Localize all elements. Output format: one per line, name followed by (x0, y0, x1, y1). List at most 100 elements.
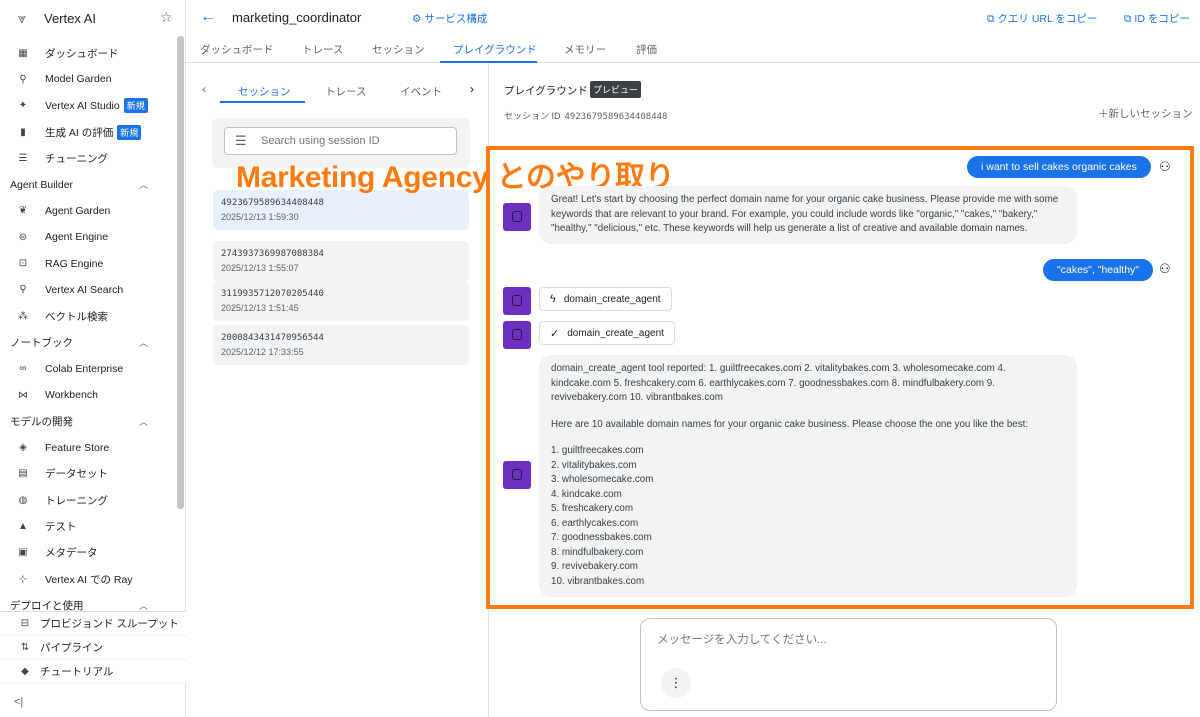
sidebar-item-workbench[interactable]: ⋈ Workbench (0, 382, 176, 408)
sidebar-item-tune[interactable]: ☰ チューニング (0, 145, 176, 171)
flask-icon: ▲ (18, 520, 28, 532)
sidebar-item-vector-search[interactable]: ⁂ ベクトル検索 (0, 303, 176, 329)
active-subtab-indicator (220, 101, 305, 103)
tab-playground[interactable]: プレイグラウンド (453, 42, 537, 57)
subtab-events[interactable]: イベント (400, 84, 442, 99)
training-icon: ◍ (18, 494, 28, 506)
sidebar-item-ai[interactable]: ▮ 生成 AI の評価 新規 (0, 119, 176, 145)
session-list-item[interactable]: 3119935712070205440 2025/12/13 1:51:45 (213, 281, 469, 321)
chevron-right-icon[interactable]: › (470, 82, 474, 96)
copy-icon: ⧉ (987, 13, 998, 25)
sidebar-item-label: Vertex AI Studio (45, 99, 120, 112)
session-search-input[interactable] (261, 132, 451, 150)
sidebar-item-agent-engine[interactable]: ⊜ Agent Engine (0, 224, 176, 250)
sidebar-item-vertex-ai-ray[interactable]: ⊹ Vertex AI での Ray (0, 566, 176, 592)
sidebar-section-model-dev[interactable]: モデルの開発 ︿ (0, 408, 176, 434)
sidebar-item-metadata[interactable]: ▣ メタデータ (0, 540, 176, 566)
colab-icon: ∞ (19, 363, 27, 375)
sidebar-item-pipeline[interactable]: ⇅ パイプライン (0, 636, 186, 660)
sidebar-section-label: ノートブック (10, 336, 73, 349)
session-id: 2000843431470956544 (221, 333, 324, 343)
session-pane-tabs: ‹ セッション トレース イベント › (186, 63, 489, 103)
message-input[interactable] (657, 631, 1037, 653)
chevron-up-icon[interactable]: ︿ (139, 178, 148, 191)
session-id: 4923679589634408448 (221, 198, 324, 208)
session-list-item[interactable]: 2743937369987088384 2025/12/13 1:55:07 (213, 241, 469, 281)
sidebar-item-tutorial[interactable]: ◆ チュートリアル (0, 660, 186, 684)
sidebar-item-label: RAG Engine (45, 257, 104, 270)
sidebar-bottom-nav: ⊟ プロビジョンド スループット ⇅ パイプライン ◆ チュートリアル (0, 611, 186, 684)
domain-list-item: 10. vibrantbakes.com (551, 575, 645, 587)
filter-icon[interactable]: ☰ (235, 133, 247, 149)
subtab-trace[interactable]: トレース (325, 84, 366, 99)
sidebar-item-label: Vertex AI Search (45, 283, 124, 296)
agent-garden-icon: ❦ (18, 205, 28, 217)
metadata-icon: ▣ (18, 547, 28, 559)
copy-id-button[interactable]: ⧉ ID をコピー (1124, 11, 1190, 26)
subtab-sessions[interactable]: セッション (238, 84, 291, 99)
tool-result-chip[interactable]: ✓ domain_create_agent (539, 321, 675, 345)
dataset-icon: ▤ (18, 468, 28, 480)
collapse-sidebar-icon[interactable]: <| (14, 696, 23, 708)
sidebar-item-rag-engine[interactable]: ⊡ RAG Engine (0, 250, 176, 276)
sidebar-item-flask[interactable]: ▲ テスト (0, 513, 176, 539)
chevron-up-icon[interactable]: ︿ (139, 415, 148, 428)
service-config-link[interactable]: ⚙ サービス構成 (412, 11, 487, 26)
sidebar-item-vertex-ai-search[interactable]: ⚲ Vertex AI Search (0, 277, 176, 303)
tab-memory[interactable]: メモリー (564, 42, 606, 57)
preview-badge: プレビュー (590, 81, 642, 98)
session-id-value: 4923679589634408448 (564, 112, 668, 122)
header: ← marketing_coordinator ⚙ サービス構成 ⧉ クエリ U… (186, 0, 1200, 36)
chevron-up-icon[interactable]: ︿ (139, 599, 148, 612)
sidebar-item-label: プロビジョンド スループット (40, 618, 179, 630)
user-message-bubble: "cakes", "healthy" (1043, 259, 1154, 281)
star-icon[interactable]: ☆ (160, 9, 173, 26)
sidebar-item-training[interactable]: ◍ トレーニング (0, 487, 176, 513)
more-options-icon[interactable]: ⋮ (661, 668, 691, 698)
session-id: 2743937369987088384 (221, 249, 324, 259)
sidebar-item-model-garden[interactable]: ⚲ Model Garden (0, 66, 176, 92)
session-search-box[interactable]: ☰ (224, 127, 457, 155)
session-id-label: セッション ID (504, 111, 561, 121)
session-list-item[interactable]: 4923679589634408448 2025/12/13 1:59:30 (213, 190, 469, 230)
domain-list-item: 7. goodnessbakes.com (551, 532, 652, 543)
sidebar-scrollbar[interactable] (177, 36, 184, 509)
bolt-icon: ϟ (550, 293, 556, 305)
domain-list-item: 6. earthlycakes.com (551, 517, 639, 529)
agent-intro-text: Here are 10 available domain names for y… (551, 418, 1029, 430)
agent-avatar (503, 321, 531, 349)
tab-dashboard[interactable]: ダッシュボード (200, 42, 274, 57)
domain-list-item: 4. kindcake.com (551, 488, 622, 500)
brand-bar: ⩔ Vertex AI ☆ (0, 0, 185, 36)
domain-list-item: 8. mindfulbakery.com (551, 546, 644, 558)
sidebar-section-label: モデルの開発 (10, 415, 73, 428)
message-composer: ⋮ (640, 618, 1057, 711)
sidebar-section-agent-builder[interactable]: Agent Builder ︿ (0, 171, 176, 197)
model-garden-icon: ⚲ (19, 73, 27, 85)
session-list-item[interactable]: 2000843431470956544 2025/12/12 17:33:55 (213, 325, 469, 365)
search-icon: ⚲ (19, 284, 27, 296)
sidebar-item-colab-enterprise[interactable]: ∞ Colab Enterprise (0, 356, 176, 382)
page-title: marketing_coordinator (232, 10, 362, 25)
tool-result-name: domain_create_agent (567, 327, 664, 339)
copy-query-url-button[interactable]: ⧉ クエリ URL をコピー (987, 11, 1097, 26)
sidebar-item-feature-store[interactable]: ◈ Feature Store (0, 434, 176, 460)
sparkle-icon: ✦ (18, 100, 28, 112)
sidebar-item-throughput[interactable]: ⊟ プロビジョンド スループット (0, 612, 186, 636)
tab-evaluation[interactable]: 評価 (636, 42, 657, 57)
sidebar-item-dataset[interactable]: ▤ データセット (0, 461, 176, 487)
sidebar-item-dashboard[interactable]: ▦ ダッシュボード (0, 40, 176, 66)
new-session-button[interactable]: ＋新しいセッション (1098, 106, 1193, 121)
feature-store-icon: ◈ (19, 442, 27, 454)
sidebar-item-agent-garden[interactable]: ❦ Agent Garden (0, 198, 176, 224)
back-arrow-icon[interactable]: ← (200, 8, 216, 26)
sidebar-section-notebook[interactable]: ノートブック ︿ (0, 329, 176, 355)
chevron-left-icon[interactable]: ‹ (202, 82, 206, 96)
chevron-up-icon[interactable]: ︿ (139, 336, 148, 349)
tab-trace[interactable]: トレース (302, 42, 343, 57)
tool-call-chip[interactable]: ϟ domain_create_agent (539, 287, 672, 311)
sidebar-item-label: チューニング (45, 152, 108, 165)
tab-session[interactable]: セッション (372, 42, 425, 57)
main-tabs: ダッシュボード トレース セッション プレイグラウンド メモリー 評価 (186, 36, 1200, 63)
sidebar-item-vertex-ai-studio[interactable]: ✦ Vertex AI Studio 新規 (0, 93, 176, 119)
